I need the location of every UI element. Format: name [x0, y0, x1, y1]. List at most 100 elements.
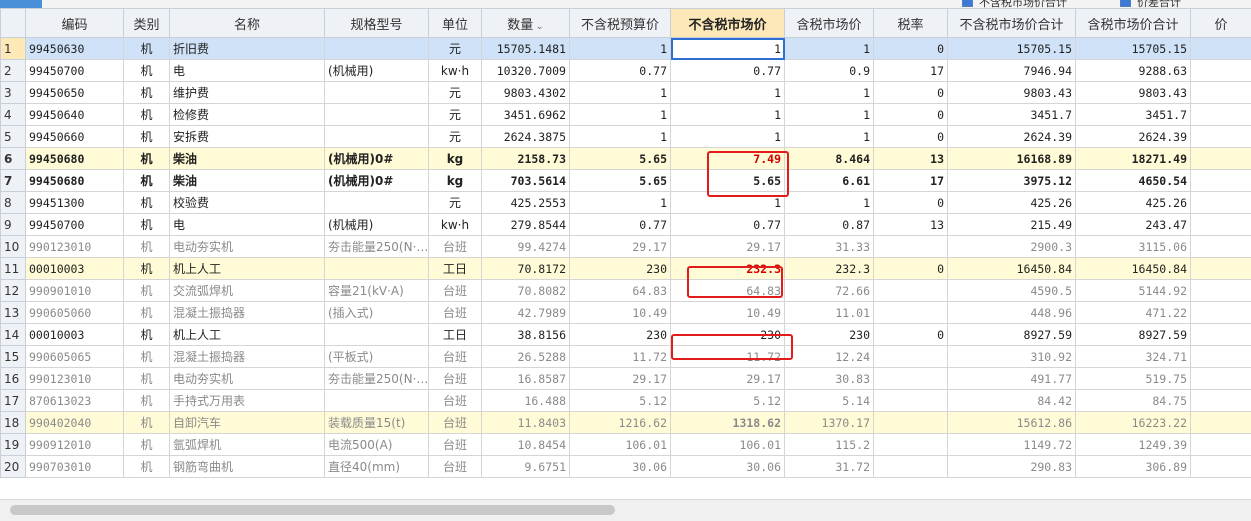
cell-rate[interactable]: 13 [874, 214, 948, 236]
cell-name[interactable]: 电动夯实机 [170, 236, 325, 258]
cell-spec[interactable] [325, 324, 429, 346]
cell-qty[interactable]: 2624.3875 [482, 126, 570, 148]
cell-type[interactable]: 机 [124, 280, 170, 302]
cell-type[interactable]: 机 [124, 302, 170, 324]
cell-tax-market[interactable]: 0.87 [785, 214, 874, 236]
cell-unit[interactable]: 元 [429, 82, 482, 104]
cell-extra[interactable] [1191, 258, 1251, 280]
cell-budget[interactable]: 0.77 [570, 60, 671, 82]
cell-rate[interactable] [874, 280, 948, 302]
cell-tax-total[interactable]: 16223.22 [1076, 412, 1191, 434]
table-row[interactable]: 499450640机检修费元3451.696211103451.73451.7 [1, 104, 1251, 126]
cell-type[interactable]: 机 [124, 126, 170, 148]
cell-budget[interactable]: 1 [570, 82, 671, 104]
active-tab[interactable] [0, 0, 42, 8]
cell-tax-market[interactable]: 5.14 [785, 390, 874, 412]
cell-unit[interactable]: kw·h [429, 214, 482, 236]
cell-market[interactable]: 29.17 [671, 368, 785, 390]
cell-qty[interactable]: 42.7989 [482, 302, 570, 324]
cell-extra[interactable] [1191, 302, 1251, 324]
cell-extra[interactable] [1191, 126, 1251, 148]
cell-qty[interactable]: 26.5288 [482, 346, 570, 368]
cell-code[interactable]: 99450680 [26, 148, 124, 170]
cell-qty[interactable]: 99.4274 [482, 236, 570, 258]
cell-budget[interactable]: 230 [570, 324, 671, 346]
cell-spec[interactable]: 装载质量15(t) [325, 412, 429, 434]
cell-name[interactable]: 柴油 [170, 170, 325, 192]
cell-spec[interactable]: (插入式) [325, 302, 429, 324]
cell-unit[interactable]: 元 [429, 126, 482, 148]
cell-market[interactable]: 64.83 [671, 280, 785, 302]
cell-rate[interactable] [874, 368, 948, 390]
cell-type[interactable]: 机 [124, 412, 170, 434]
cell-market[interactable]: 30.06 [671, 456, 785, 478]
cell-budget[interactable]: 30.06 [570, 456, 671, 478]
cell-unit[interactable]: 台班 [429, 302, 482, 324]
table-row[interactable]: 1100010003机机上人工工日70.8172230232.3232.3016… [1, 258, 1251, 280]
cell-name[interactable]: 电 [170, 214, 325, 236]
cell-rate[interactable] [874, 412, 948, 434]
cell-rate[interactable]: 0 [874, 324, 948, 346]
cell-unit[interactable]: 台班 [429, 346, 482, 368]
cell-type[interactable]: 机 [124, 456, 170, 478]
cell-unit[interactable]: 台班 [429, 456, 482, 478]
cell-tax-market[interactable]: 232.3 [785, 258, 874, 280]
cell-budget[interactable]: 5.65 [570, 170, 671, 192]
cell-name[interactable]: 折旧费 [170, 38, 325, 60]
cell-tax-market[interactable]: 0.9 [785, 60, 874, 82]
cell-name[interactable]: 自卸汽车 [170, 412, 325, 434]
cell-tax-total[interactable]: 5144.92 [1076, 280, 1191, 302]
cell-extra[interactable] [1191, 104, 1251, 126]
header-unit[interactable]: 单位 [429, 9, 482, 38]
cell-tax-total[interactable]: 2624.39 [1076, 126, 1191, 148]
cell-total[interactable]: 2624.39 [948, 126, 1076, 148]
cell-market[interactable]: 5.65 [671, 170, 785, 192]
cell-rate[interactable]: 0 [874, 82, 948, 104]
cell-tax-market[interactable]: 1 [785, 104, 874, 126]
cell-total[interactable]: 448.96 [948, 302, 1076, 324]
cell-code[interactable]: 870613023 [26, 390, 124, 412]
cell-spec[interactable]: (机械用) [325, 60, 429, 82]
cell-budget[interactable]: 106.01 [570, 434, 671, 456]
cell-budget[interactable]: 29.17 [570, 236, 671, 258]
cell-qty[interactable]: 703.5614 [482, 170, 570, 192]
cell-total[interactable]: 4590.5 [948, 280, 1076, 302]
cell-rate[interactable] [874, 302, 948, 324]
cell-name[interactable]: 混凝土振捣器 [170, 346, 325, 368]
cell-rate[interactable] [874, 236, 948, 258]
cell-market[interactable]: 0.77 [671, 214, 785, 236]
cell-tax-total[interactable]: 9803.43 [1076, 82, 1191, 104]
cell-total[interactable]: 310.92 [948, 346, 1076, 368]
cell-extra[interactable] [1191, 346, 1251, 368]
cell-tax-market[interactable]: 230 [785, 324, 874, 346]
table-row[interactable]: 399450650机维护费元9803.430211109803.439803.4… [1, 82, 1251, 104]
cell-rate[interactable]: 0 [874, 192, 948, 214]
cell-tax-total[interactable]: 84.75 [1076, 390, 1191, 412]
table-row[interactable]: 699450680机柴油(机械用)0#kg2158.735.657.498.46… [1, 148, 1251, 170]
cell-tax-market[interactable]: 31.33 [785, 236, 874, 258]
cell-tax-market[interactable]: 1 [785, 82, 874, 104]
cell-code[interactable]: 99451300 [26, 192, 124, 214]
cell-code[interactable]: 99450700 [26, 60, 124, 82]
cell-market[interactable]: 1 [671, 104, 785, 126]
cell-total[interactable]: 290.83 [948, 456, 1076, 478]
cell-tax-total[interactable]: 519.75 [1076, 368, 1191, 390]
cell-rate[interactable]: 17 [874, 60, 948, 82]
cell-market[interactable]: 29.17 [671, 236, 785, 258]
cell-spec[interactable] [325, 82, 429, 104]
table-row[interactable]: 19990912010机氩弧焊机电流500(A)台班10.8454106.011… [1, 434, 1251, 456]
cell-tax-total[interactable]: 425.26 [1076, 192, 1191, 214]
cell-total[interactable]: 2900.3 [948, 236, 1076, 258]
header-tax-rate[interactable]: 税率 [874, 9, 948, 38]
cell-unit[interactable]: 元 [429, 192, 482, 214]
cell-extra[interactable] [1191, 170, 1251, 192]
cell-tax-total[interactable]: 18271.49 [1076, 148, 1191, 170]
header-tax-market-price[interactable]: 含税市场价 [785, 9, 874, 38]
table-row[interactable]: 18990402040机自卸汽车装载质量15(t)台班11.84031216.6… [1, 412, 1251, 434]
cell-extra[interactable] [1191, 412, 1251, 434]
cell-budget[interactable]: 1 [570, 104, 671, 126]
cell-total[interactable]: 8927.59 [948, 324, 1076, 346]
cell-extra[interactable] [1191, 434, 1251, 456]
cell-type[interactable]: 机 [124, 258, 170, 280]
cell-unit[interactable]: 工日 [429, 324, 482, 346]
